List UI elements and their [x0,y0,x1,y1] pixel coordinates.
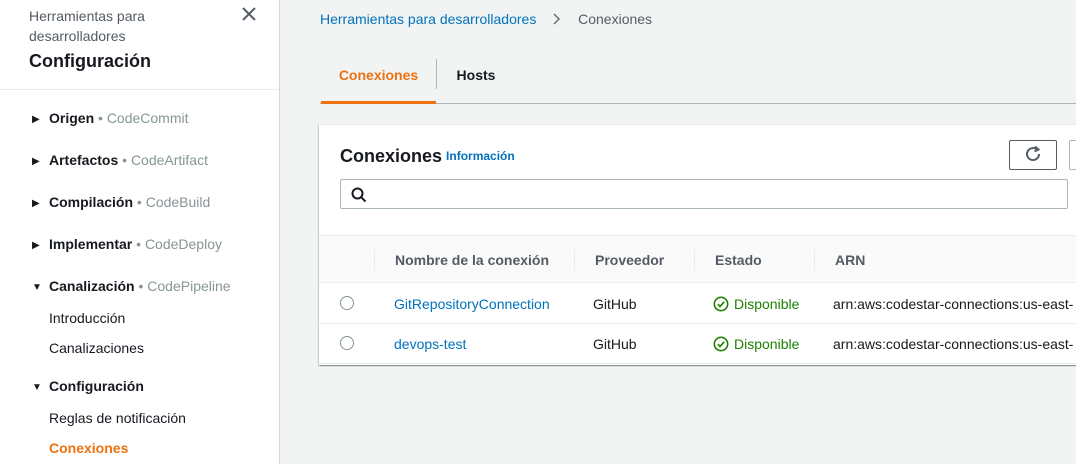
section-label: Implementar [49,236,133,252]
breadcrumb-current: Conexiones [578,11,653,27]
column-header-status[interactable]: Estado [694,249,762,271]
check-circle-icon [713,336,729,352]
tab-hosts[interactable]: Hosts [437,57,515,103]
breadcrumb: Herramientas para desarrolladores Conexi… [320,9,652,29]
caret-right-icon: ▶ [32,156,40,167]
sidebar-link-canalizaciones[interactable]: Canalizaciones [49,338,144,358]
caret-right-icon: ▶ [32,114,40,125]
section-service: CodeArtifact [130,152,208,168]
provider-cell: GitHub [593,336,637,352]
sidebar-link-conexiones[interactable]: Conexiones [49,438,128,458]
status-cell: Disponible [713,294,799,314]
column-header-arn[interactable]: ARN [814,249,865,271]
section-service: CodeDeploy [144,236,222,252]
section-service: CodePipeline [147,278,231,294]
caret-down-icon: ▼ [32,282,42,293]
chevron-right-icon [552,9,562,29]
status-text: Disponible [734,296,800,312]
row-radio[interactable] [340,336,354,350]
sidebar-section-canalizacion[interactable]: ▼ Canalización • CodePipeline [32,276,231,298]
row-radio[interactable] [340,296,354,310]
connection-name-link[interactable]: devops-test [394,334,466,354]
actions-button[interactable] [1069,140,1076,170]
search-field[interactable] [340,179,1068,209]
column-header-provider[interactable]: Proveedor [574,249,664,271]
separator-dot: • [122,152,128,168]
refresh-button[interactable] [1009,140,1057,170]
status-cell: Disponible [713,334,799,354]
tab-conexiones[interactable]: Conexiones [321,57,436,104]
check-circle-icon [713,296,729,312]
arn-cell: arn:aws:codestar-connections:us-east- [833,336,1074,352]
search-input[interactable] [373,181,1063,207]
separator-dot: • [136,236,142,252]
section-label: Compilación [49,194,134,210]
sidebar-section-configuracion[interactable]: ▼ Configuración [32,376,144,398]
sidebar-section-origen[interactable]: ▶ Origen • CodeCommit [32,108,189,130]
sidebar: Herramientas para desarrolladores Config… [0,0,280,464]
sidebar-section-compilacion[interactable]: ▶ Compilación • CodeBuild [32,192,210,214]
tab-bar: Conexiones Hosts [320,57,1076,104]
close-icon[interactable] [238,4,260,26]
table-row[interactable]: devops-test GitHub Disponible arn:aws:co… [319,324,1076,364]
table-row[interactable]: GitRepositoryConnection GitHub Disponibl… [319,284,1076,324]
sidebar-section-implementar[interactable]: ▶ Implementar • CodeDeploy [32,234,222,256]
sidebar-title: Configuración [29,51,151,71]
provider-cell: GitHub [593,296,637,312]
info-link[interactable]: Información [446,149,515,163]
table-header: Nombre de la conexión Proveedor Estado A… [319,235,1076,283]
status-text: Disponible [734,336,800,352]
sidebar-parent-title[interactable]: Herramientas para desarrolladores [29,6,189,46]
sidebar-link-reglas-notificacion[interactable]: Reglas de notificación [49,408,186,428]
caret-down-icon: ▼ [32,382,42,393]
section-label: Canalización [49,278,135,294]
caret-right-icon: ▶ [32,198,40,209]
column-header-name[interactable]: Nombre de la conexión [374,249,549,271]
sidebar-divider [0,89,279,90]
section-label: Artefactos [49,152,119,168]
section-service: CodeCommit [106,110,189,126]
separator-dot: • [136,194,142,210]
connections-panel: Conexiones Información Nombre de la conex… [319,124,1076,365]
section-label: Configuración [49,378,144,394]
breadcrumb-link-devtools[interactable]: Herramientas para desarrolladores [320,11,536,27]
section-service: CodeBuild [145,194,211,210]
sidebar-header: Herramientas para desarrolladores Config… [29,6,249,72]
connection-name-link[interactable]: GitRepositoryConnection [394,294,550,314]
section-label: Origen [49,110,95,126]
arn-cell: arn:aws:codestar-connections:us-east- [833,296,1074,312]
caret-right-icon: ▶ [32,240,40,251]
panel-title-text: Conexiones [340,146,443,166]
panel-title: Conexiones Información [340,145,515,167]
refresh-icon [1024,145,1042,166]
separator-dot: • [138,278,144,294]
sidebar-link-introduccion[interactable]: Introducción [49,308,125,328]
sidebar-section-artefactos[interactable]: ▶ Artefactos • CodeArtifact [32,150,208,172]
separator-dot: • [98,110,103,126]
